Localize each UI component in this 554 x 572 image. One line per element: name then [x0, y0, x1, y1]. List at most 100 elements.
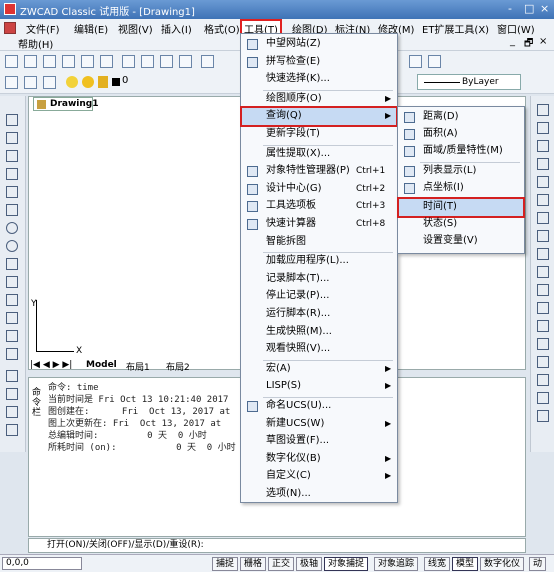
chamfer-icon[interactable]	[537, 338, 549, 350]
rotate-icon[interactable]	[537, 212, 549, 224]
tools-menu-item[interactable]: 查询(Q) ▶	[240, 106, 398, 128]
layer-state-icon[interactable]	[43, 76, 56, 89]
doc-close-button[interactable]: ×	[537, 36, 549, 51]
tools-menu-item[interactable]: 观看快照(V)...	[242, 341, 396, 358]
tab-layout1[interactable]: 布局1	[126, 360, 150, 373]
explode-icon[interactable]	[537, 374, 549, 386]
match-properties-icon[interactable]	[179, 55, 192, 68]
layer-name[interactable]: 0	[122, 75, 128, 86]
tools-menu-item[interactable]: 选项(N)...	[242, 486, 396, 503]
tab-nav-arrows[interactable]: |◀ ◀ ▶ ▶|	[30, 360, 72, 370]
arc-icon[interactable]	[6, 204, 18, 216]
rectangle-icon[interactable]	[6, 186, 18, 198]
minimize-button[interactable]: -	[508, 2, 512, 15]
tools-menu-item[interactable]: 运行脚本(R)...	[242, 306, 396, 323]
polar-toggle[interactable]: 极轴	[296, 557, 323, 571]
lineweight-toggle[interactable]: 线宽	[424, 557, 451, 571]
text-icon[interactable]	[6, 424, 18, 436]
publish-icon[interactable]	[100, 55, 113, 68]
linetype-select[interactable]: ByLayer	[417, 74, 521, 90]
menu-insert[interactable]: 插入(I)	[159, 21, 194, 36]
grid-toggle[interactable]: 栅格	[240, 557, 267, 571]
spline-icon[interactable]	[6, 258, 18, 270]
trim-icon[interactable]	[537, 266, 549, 278]
preview-icon[interactable]	[81, 55, 94, 68]
mirror-icon[interactable]	[537, 140, 549, 152]
tools-menu-item[interactable]: 生成快照(M)...	[242, 324, 396, 341]
align-icon[interactable]	[537, 392, 549, 404]
query-menu-item[interactable]: 点坐标(I)	[399, 180, 523, 197]
help-icon[interactable]	[428, 55, 441, 68]
tools-menu-item[interactable]: 更新字段(T)	[242, 126, 396, 143]
save-icon[interactable]	[43, 55, 56, 68]
point-icon[interactable]	[6, 330, 18, 342]
menu-view[interactable]: 视图(V)	[116, 21, 155, 36]
command-input[interactable]: 打开(ON)/关闭(OFF)/显示(D)/重设(R):	[28, 538, 526, 553]
lengthen-icon[interactable]	[537, 410, 549, 422]
tools-menu-item[interactable]: 草图设置(F)...	[242, 433, 396, 450]
tools-menu-item[interactable]: 工具选项板 Ctrl+3	[242, 198, 396, 215]
polyline-icon[interactable]	[6, 150, 18, 162]
hatch-icon[interactable]	[6, 348, 18, 360]
extend-icon[interactable]	[537, 284, 549, 296]
query-menu-item[interactable]: 时间(T)	[397, 197, 525, 218]
stretch-icon[interactable]	[537, 248, 549, 260]
tools-menu-item[interactable]: 中望网站(Z)	[242, 36, 396, 53]
query-menu-item[interactable]: 面积(A)	[399, 126, 523, 143]
print-icon[interactable]	[62, 55, 75, 68]
circle-icon[interactable]	[6, 222, 18, 234]
tools-menu-item[interactable]: 拼写检查(E)	[242, 54, 396, 71]
close-button[interactable]: ×	[540, 2, 549, 15]
menu-window[interactable]: 窗口(W)	[495, 21, 537, 36]
tools-menu-item[interactable]: 加载应用程序(L)...	[242, 253, 396, 270]
join-icon[interactable]	[537, 320, 549, 332]
menu-file[interactable]: 文件(F)	[24, 21, 62, 36]
tools-menu-item[interactable]: LISP(S) ▶	[242, 378, 396, 395]
ortho-toggle[interactable]: 正交	[268, 557, 295, 571]
tools-menu-item[interactable]: 自定义(C) ▶	[242, 468, 396, 485]
region-icon[interactable]	[6, 388, 18, 400]
layer-lock-icon[interactable]	[98, 76, 108, 88]
osnap-toggle[interactable]: 对象捕捉	[324, 557, 369, 571]
tools-menu-item[interactable]: 智能拆图	[242, 234, 396, 251]
menu-edit[interactable]: 编辑(E)	[72, 21, 110, 36]
tab-layout2[interactable]: 布局2	[166, 360, 190, 373]
polygon-icon[interactable]	[6, 168, 18, 180]
tablet-toggle[interactable]: 数字化仪	[480, 557, 525, 571]
xline-icon[interactable]	[6, 132, 18, 144]
layer-previous-icon[interactable]	[24, 76, 37, 89]
tools-menu-item[interactable]: 对象特性管理器(P) Ctrl+1	[242, 163, 396, 180]
copy-icon[interactable]	[141, 55, 154, 68]
tools-menu-item[interactable]: 新建UCS(W) ▶	[242, 416, 396, 433]
open-icon[interactable]	[24, 55, 37, 68]
query-menu-item[interactable]: 列表显示(L)	[399, 163, 523, 180]
tools-menu-item[interactable]: 命名UCS(U)...	[242, 398, 396, 415]
menu-et-tools[interactable]: ET扩展工具(X)	[420, 21, 491, 36]
tools-menu-item[interactable]: 绘图顺序(O) ▶	[242, 91, 396, 108]
app-menu-icon[interactable]	[4, 22, 16, 34]
layer-on-icon[interactable]	[66, 76, 78, 88]
line-icon[interactable]	[6, 114, 18, 126]
tools-menu-item[interactable]: 属性提取(X)...	[242, 146, 396, 163]
break-icon[interactable]	[537, 302, 549, 314]
paste-icon[interactable]	[160, 55, 173, 68]
query-menu-item[interactable]: 距离(D)	[399, 109, 523, 126]
make-block-icon[interactable]	[6, 312, 18, 324]
doc-minimize-button[interactable]: _	[508, 36, 517, 51]
doc-restore-button[interactable]: 🗗	[522, 36, 535, 51]
tools-menu-item[interactable]: 设计中心(G) Ctrl+2	[242, 181, 396, 198]
ellipse-icon[interactable]	[6, 240, 18, 252]
maximize-button[interactable]: □	[524, 2, 534, 15]
dyn-toggle[interactable]: 动	[529, 557, 547, 571]
query-menu-item[interactable]: 状态(S)	[399, 216, 523, 233]
layer-freeze-icon[interactable]	[82, 76, 94, 88]
copy-object-icon[interactable]	[537, 122, 549, 134]
table-icon[interactable]	[6, 406, 18, 418]
tools-menu-item[interactable]: 记录脚本(T)...	[242, 271, 396, 288]
tab-model[interactable]: Model	[86, 360, 117, 370]
menu-format[interactable]: 格式(O)	[202, 21, 242, 36]
offset-icon[interactable]	[537, 158, 549, 170]
undo-icon[interactable]	[201, 55, 214, 68]
document-tab[interactable]: Drawing1	[33, 97, 99, 111]
cloud-icon[interactable]	[6, 276, 18, 288]
